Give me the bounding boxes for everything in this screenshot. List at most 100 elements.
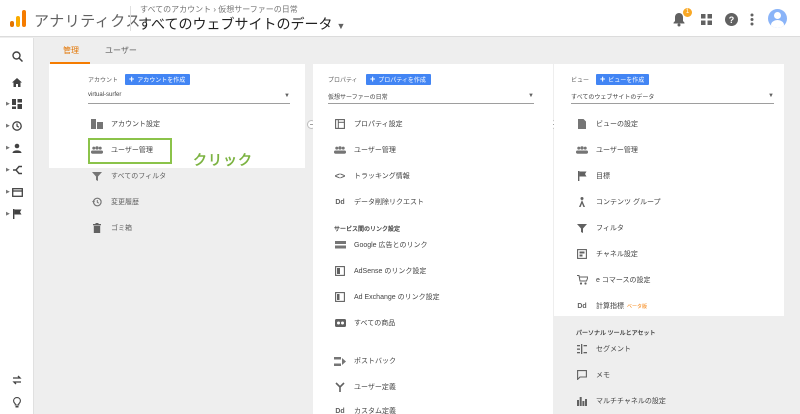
lightbulb-icon[interactable] bbox=[0, 394, 34, 410]
view-settings-link[interactable]: ビューの設定 bbox=[576, 115, 638, 133]
fork-icon bbox=[334, 381, 346, 393]
adsense-label: AdSense のリンク設定 bbox=[354, 268, 427, 275]
account-column-lower-bg bbox=[49, 168, 305, 414]
audience-person-icon[interactable]: ▶ bbox=[0, 140, 34, 156]
view-select[interactable]: すべてのウェブサイトのデータ ▼ bbox=[571, 92, 774, 104]
content-grouping-label: コンテンツ グループ bbox=[596, 199, 661, 206]
account-select[interactable]: virtual-surfer ▼ bbox=[88, 92, 290, 104]
tab-user[interactable]: ユーザー bbox=[105, 45, 137, 56]
channel-settings-link[interactable]: チャネル設定 bbox=[576, 245, 638, 263]
account-heading: アカウント bbox=[88, 78, 119, 84]
property-user-management-link[interactable]: ユーザー管理 bbox=[334, 141, 396, 159]
create-view-button[interactable]: + ビューを作成 bbox=[596, 74, 650, 85]
links-section-heading: サービス間のリンク設定 bbox=[334, 227, 401, 233]
adsense-icon bbox=[334, 265, 346, 277]
conversions-flag-icon[interactable]: ▶ bbox=[0, 206, 34, 222]
all-products-link[interactable]: すべての商品 bbox=[334, 314, 395, 332]
account-all-filters-label: すべてのフィルタ bbox=[111, 173, 167, 180]
property-select-value: 仮想サーファーの日常 bbox=[328, 95, 388, 101]
calculated-metrics-link[interactable]: Dd 計算指標 ベータ版 bbox=[576, 297, 647, 315]
left-nav: ▶ ▶ ▶ ▶ ▶ ▶ bbox=[0, 38, 34, 414]
data-deletion-label: データ削除リクエスト bbox=[354, 199, 424, 206]
apps-grid-icon[interactable] bbox=[701, 11, 712, 27]
comment-icon bbox=[576, 369, 588, 381]
postback-link[interactable]: ポストバック bbox=[334, 352, 396, 370]
property-user-management-label: ユーザー管理 bbox=[354, 147, 396, 154]
products-icon bbox=[334, 317, 346, 329]
google-ads-label: Google 広告とのリンク bbox=[354, 242, 428, 249]
building-icon bbox=[91, 118, 103, 130]
plus-icon: + bbox=[600, 74, 606, 84]
cart-icon bbox=[576, 274, 588, 286]
property-heading: プロパティ bbox=[328, 78, 358, 84]
account-all-filters-link[interactable]: すべてのフィルタ bbox=[91, 167, 166, 185]
view-settings-label: ビューの設定 bbox=[596, 121, 638, 128]
view-heading: ビュー bbox=[571, 78, 590, 84]
channel-icon bbox=[576, 248, 588, 260]
ad-exchange-link[interactable]: Ad Exchange のリンク設定 bbox=[334, 288, 440, 306]
dropdown-arrow-icon: ▼ bbox=[528, 93, 534, 99]
property-settings-label: プロパティ設定 bbox=[354, 121, 403, 128]
view-selector[interactable]: すべてのウェブサイトのデータ ▼ bbox=[138, 14, 345, 34]
flag-icon bbox=[576, 170, 588, 182]
google-ads-link[interactable]: Google 広告とのリンク bbox=[334, 236, 427, 254]
goals-link[interactable]: 目標 bbox=[576, 167, 610, 185]
property-settings-link[interactable]: プロパティ設定 bbox=[334, 115, 403, 133]
beta-tag: ベータ版 bbox=[627, 303, 648, 310]
channel-settings-label: チャネル設定 bbox=[596, 251, 638, 258]
filter-icon bbox=[91, 170, 103, 182]
customization-icon[interactable]: ▶ bbox=[0, 96, 34, 112]
segments-link[interactable]: セグメント bbox=[576, 340, 631, 358]
property-select[interactable]: 仮想サーファーの日常 ▼ bbox=[328, 92, 534, 104]
data-deletion-link[interactable]: Dd データ削除リクエスト bbox=[334, 193, 424, 211]
custom-definitions-link[interactable]: Dd カスタム定義 bbox=[334, 402, 396, 414]
create-account-button[interactable]: + アカウントを作成 bbox=[125, 74, 191, 85]
view-select-value: すべてのウェブサイトのデータ bbox=[571, 95, 655, 101]
search-icon[interactable] bbox=[0, 48, 34, 64]
top-bar: アナリティクス すべてのアカウント › 仮想サーファーの日常 すべてのウェブサイ… bbox=[0, 0, 800, 37]
behavior-icon[interactable]: ▶ bbox=[0, 184, 34, 200]
help-icon[interactable]: ? bbox=[725, 11, 738, 27]
click-annotation: クリック bbox=[193, 152, 253, 168]
analytics-logo[interactable] bbox=[10, 9, 26, 27]
multichannel-settings-link[interactable]: マルチチャネルの設定 bbox=[576, 392, 666, 410]
dd-icon: Dd bbox=[335, 407, 345, 414]
adsense-link[interactable]: AdSense のリンク設定 bbox=[334, 262, 426, 280]
realtime-clock-icon[interactable]: ▶ bbox=[0, 118, 34, 134]
trash-icon bbox=[91, 222, 103, 234]
annotations-label: メモ bbox=[596, 372, 610, 379]
account-avatar[interactable] bbox=[768, 9, 787, 28]
home-icon[interactable] bbox=[0, 74, 34, 90]
multichannel-settings-label: マルチチャネルの設定 bbox=[596, 398, 666, 405]
account-trash-link[interactable]: ゴミ箱 bbox=[91, 219, 132, 237]
account-select-value: virtual-surfer bbox=[88, 92, 122, 98]
postback-label: ポストバック bbox=[354, 358, 396, 365]
acquisition-icon[interactable]: ▶ bbox=[0, 162, 34, 178]
view-filters-link[interactable]: フィルタ bbox=[576, 219, 624, 237]
tracking-info-link[interactable]: <> トラッキング情報 bbox=[334, 167, 410, 185]
content-grouping-link[interactable]: コンテンツ グループ bbox=[576, 193, 661, 211]
code-icon: <> bbox=[334, 171, 346, 181]
user-definitions-link[interactable]: ユーザー定義 bbox=[334, 378, 396, 396]
people-icon bbox=[576, 144, 588, 156]
create-property-button[interactable]: + プロパティを作成 bbox=[366, 74, 431, 85]
person-run-icon bbox=[576, 196, 588, 208]
ad-exchange-label: Ad Exchange のリンク設定 bbox=[354, 294, 440, 301]
account-settings-link[interactable]: アカウント設定 bbox=[91, 115, 160, 133]
dropdown-arrow-icon: ▼ bbox=[284, 93, 290, 99]
user-definitions-label: ユーザー定義 bbox=[354, 384, 396, 391]
segment-icon bbox=[576, 343, 588, 355]
ecommerce-settings-link[interactable]: e コマースの設定 bbox=[576, 271, 651, 289]
more-vert-icon[interactable] bbox=[750, 11, 754, 27]
tab-admin[interactable]: 管理 bbox=[63, 45, 79, 56]
view-user-management-link[interactable]: ユーザー管理 bbox=[576, 141, 638, 159]
view-column: ビュー + ビューを作成 すべてのウェブサイトのデータ ▼ ビューの設定 ユーザー管… bbox=[554, 64, 784, 414]
account-change-history-link[interactable]: 変更履歴 bbox=[91, 193, 139, 211]
discover-icon[interactable] bbox=[0, 372, 34, 388]
notification-badge: 1 bbox=[683, 8, 692, 17]
segments-label: セグメント bbox=[596, 346, 631, 353]
create-view-label: ビューを作成 bbox=[608, 78, 645, 84]
property-column: プロパティ + プロパティを作成 仮想サーファーの日常 ▼ プロパティ設定 ユーザー… bbox=[313, 64, 553, 414]
annotations-link[interactable]: メモ bbox=[576, 366, 610, 384]
postback-icon bbox=[334, 355, 346, 367]
